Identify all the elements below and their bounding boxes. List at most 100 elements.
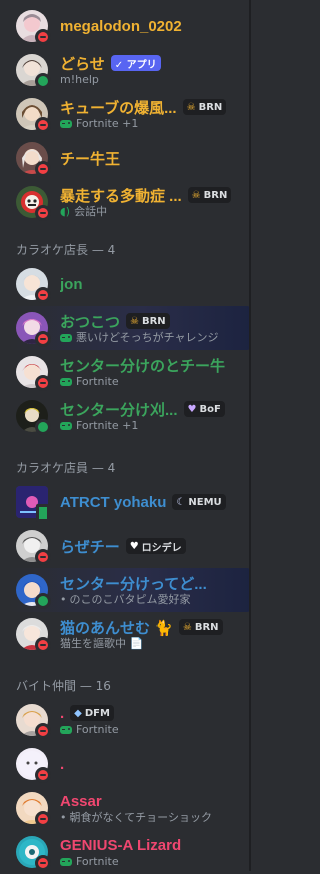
avatar (16, 186, 51, 221)
member-name: チー牛王 (60, 150, 121, 168)
server-tag-label: BRN (194, 621, 219, 633)
server-tag: ◆ DFM (70, 705, 114, 721)
dnd-status-icon (35, 117, 51, 133)
online-status-icon (35, 419, 51, 435)
avatar (16, 400, 51, 435)
gamepad-icon (60, 422, 72, 430)
member-name: センター分けのとチー牛 (60, 357, 226, 375)
heart-icon: ♥ (187, 403, 197, 415)
server-tag-label: BRN (198, 101, 223, 113)
moon-icon: ☾ (176, 496, 186, 508)
member-name: センター分け刈... (60, 401, 178, 419)
skull-icon: ☠ (130, 315, 139, 327)
avatar (16, 268, 51, 303)
member-item[interactable]: ATRCT yohaku ☾ NEMU (8, 480, 251, 524)
server-tag-label: DFM (84, 707, 110, 719)
member-item[interactable]: おつこつ ☠ BRN 悪いけどそっちがチャレンジ (8, 306, 251, 350)
member-item[interactable]: どらせ ✓ アプリ m!help (8, 48, 251, 92)
server-tag: ☠ BRN (187, 187, 232, 203)
member-item[interactable]: 暴走する多動症 ... ☠ BRN ◖) 会話中 (8, 180, 251, 224)
member-activity: Fortnite (76, 375, 119, 388)
member-status-text: 猫生を謳歌中 📄 (60, 637, 144, 650)
member-status-text: m!help (60, 73, 99, 86)
member-name: センター分けってど... (60, 575, 207, 593)
dnd-status-icon (35, 811, 51, 827)
role-header: バイト仲間 — 16 (16, 679, 111, 693)
server-tag-label: BoF (199, 403, 221, 415)
server-tag-label: BRN (203, 189, 228, 201)
member-name: らぜチー (60, 538, 120, 556)
avatar (16, 792, 51, 827)
skull-icon: ☠ (186, 101, 196, 113)
dnd-status-icon (35, 205, 51, 221)
member-activity: Fortnite (76, 723, 119, 736)
avatar (16, 574, 51, 609)
member-status-text: のこのこバタピム愛好家 (69, 593, 191, 606)
member-item[interactable]: megalodon_0202 (8, 4, 251, 48)
member-name: Assar (60, 792, 102, 810)
server-tag-label: NEMU (188, 496, 222, 508)
dnd-status-icon (35, 331, 51, 347)
gamepad-icon (60, 726, 72, 734)
member-item[interactable]: センター分け刈... ♥ BoF Fortnite +1 (8, 394, 251, 438)
member-name: 猫のあんせむ 🐈 (60, 619, 173, 637)
member-activity: Fortnite (76, 855, 119, 868)
member-item[interactable]: チー牛王 (8, 136, 251, 180)
avatar (16, 704, 51, 739)
dnd-status-icon (35, 287, 51, 303)
diamond-icon: ◆ (74, 707, 82, 719)
avatar (16, 10, 51, 45)
member-item[interactable]: センター分けのとチー牛 Fortnite (8, 350, 251, 394)
gamepad-icon (60, 334, 72, 342)
skull-icon: ☠ (182, 621, 192, 633)
server-tag: ☠ BRN (178, 619, 223, 635)
member-item[interactable]: センター分けってど... • のこのこバタピム愛好家 (8, 568, 251, 612)
member-item[interactable]: キューブの爆風... ☠ BRN Fortnite +1 (8, 92, 251, 136)
skull-icon: ☠ (191, 189, 201, 201)
member-activity: 会話中 (74, 205, 108, 218)
role-header: カラオケ店員 — 4 (16, 461, 116, 475)
member-name: GENIUS-A Lizard (60, 836, 182, 854)
avatar (16, 748, 51, 783)
member-name: . (60, 704, 65, 722)
avatar (16, 142, 51, 177)
member-name: どらせ (60, 55, 105, 73)
dnd-status-icon (35, 723, 51, 739)
member-item[interactable]: . (8, 742, 251, 786)
online-status-icon (35, 593, 51, 609)
avatar (16, 312, 51, 347)
member-name: . (60, 755, 65, 773)
avatar (16, 530, 51, 565)
mobile-status-icon (36, 504, 50, 522)
member-item[interactable]: . ◆ DFM Fortnite (8, 698, 251, 742)
member-item[interactable]: らぜチー ♥ ロシデレ (8, 524, 251, 568)
member-item[interactable]: 猫のあんせむ 🐈 ☠ BRN 猫生を謳歌中 📄 (8, 612, 251, 656)
avatar (16, 836, 51, 871)
dnd-status-icon (35, 375, 51, 391)
member-name: 暴走する多動症 ... (60, 187, 182, 205)
role-header: カラオケ店長 — 4 (16, 243, 116, 257)
member-item[interactable]: GENIUS-A Lizard Fortnite (8, 830, 251, 874)
voice-icon: ◖) (60, 205, 71, 218)
gamepad-icon (60, 858, 72, 866)
dnd-status-icon (35, 767, 51, 783)
member-name: キューブの爆風... (60, 99, 177, 117)
server-tag: ☾ NEMU (172, 494, 226, 510)
member-name: megalodon_0202 (60, 17, 182, 35)
server-tag: ♥ ロシデレ (125, 538, 186, 554)
gamepad-icon (60, 120, 72, 128)
heart-icon: ♥ (129, 540, 139, 552)
dot-icon: • (60, 593, 67, 606)
gamepad-icon (60, 378, 72, 386)
avatar (16, 486, 50, 522)
member-status-text: 朝食がなくてチョーショック (69, 811, 212, 824)
avatar (16, 54, 51, 89)
member-item[interactable]: jon (8, 262, 251, 306)
dnd-status-icon (35, 29, 51, 45)
member-name: おつこつ (60, 313, 121, 331)
member-item[interactable]: Assar • 朝食がなくてチョーショック (8, 786, 251, 830)
server-tag: ☠ BRN (182, 99, 227, 115)
app-badge: ✓ アプリ (110, 55, 161, 71)
dot-icon: • (60, 811, 67, 824)
scrollbar-track[interactable] (249, 0, 251, 871)
